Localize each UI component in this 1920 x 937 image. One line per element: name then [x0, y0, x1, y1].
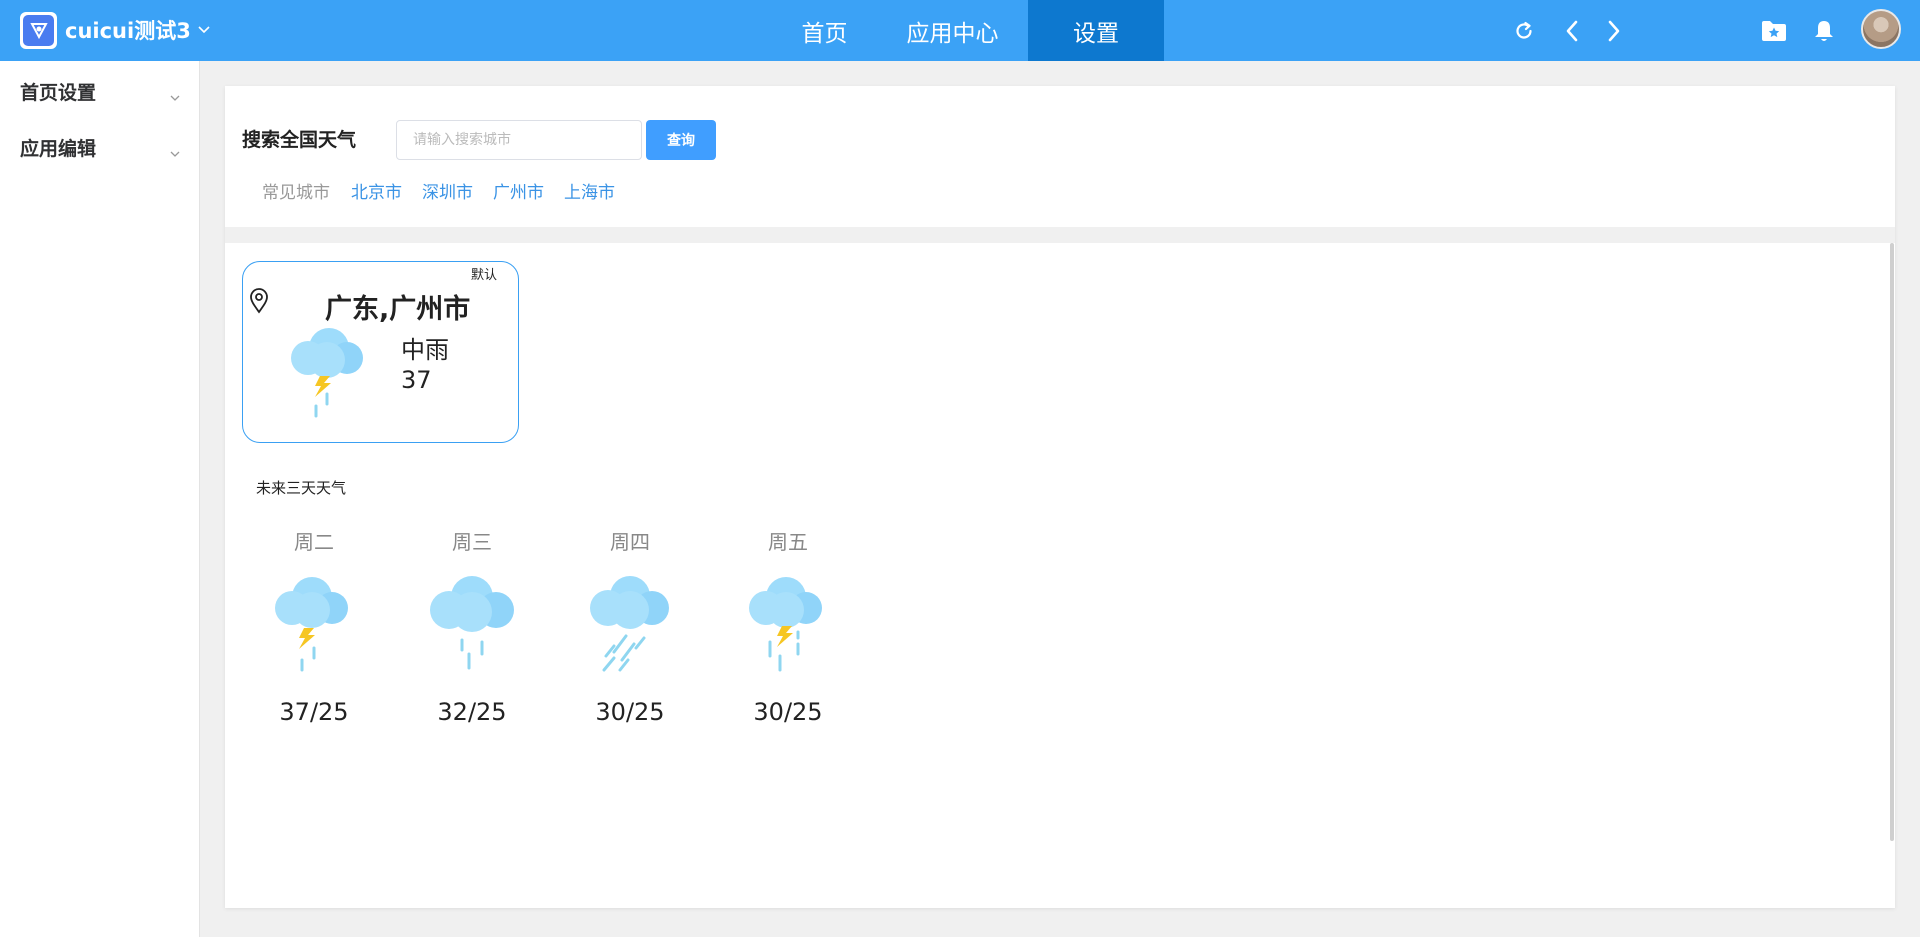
forecast-temperature: 30/25 [595, 698, 665, 726]
top-bar: cuicui测试3 首页 应用中心 设置 [0, 0, 1920, 61]
section-divider [225, 227, 1895, 243]
bell-icon[interactable] [1809, 16, 1839, 46]
forecast-day-name: 周五 [768, 530, 808, 554]
app-title: cuicui测试3 [65, 19, 191, 43]
forecast-day: 周三 32/25 [422, 526, 522, 726]
sidebar-item-label: 首页设置 [20, 81, 97, 104]
current-condition: 中雨 [401, 336, 449, 364]
default-tag: 默认 [471, 268, 498, 283]
sidebar-item-label: 应用编辑 [20, 137, 97, 160]
city-link-shanghai[interactable]: 上海市 [564, 178, 615, 203]
chevron-down-icon [198, 26, 210, 34]
current-temperature: 37 [401, 366, 432, 394]
sidebar: 首页设置 应用编辑 [0, 61, 200, 937]
forecast-day: 周五 30/25 [738, 526, 838, 726]
sidebar-item-app-edit[interactable]: 应用编辑 [0, 127, 200, 167]
common-cities: 常见城市 北京市 深圳市 广州市 上海市 [262, 178, 635, 203]
common-cities-label: 常见城市 [262, 183, 330, 203]
main-nav: 首页 应用中心 设置 [772, 0, 1164, 61]
app-logo-icon [20, 11, 57, 49]
thunderstorm-rain-icon [285, 320, 365, 432]
forecast-temperature: 37/25 [279, 698, 349, 726]
city-link-shenzhen[interactable]: 深圳市 [422, 178, 473, 203]
city-link-guangzhou[interactable]: 广州市 [493, 178, 544, 203]
nav-home[interactable]: 首页 [772, 0, 877, 61]
location-pin-icon [247, 286, 271, 318]
forecast-temperature: 30/25 [753, 698, 823, 726]
forecast-day: 周二 37/25 [264, 526, 364, 726]
forward-icon[interactable] [1599, 16, 1629, 46]
forecast-day-name: 周四 [610, 530, 650, 554]
city-search-input[interactable] [396, 120, 642, 160]
thunderstorm-rain-icon [264, 570, 364, 678]
weather-panel: 搜索全国天气 查询 常见城市 北京市 深圳市 广州市 上海市 默认 广东,广州市 [225, 86, 1895, 908]
forecast-day-name: 周二 [294, 530, 334, 554]
nav-app-center[interactable]: 应用中心 [877, 0, 1028, 61]
search-label: 搜索全国天气 [242, 129, 357, 151]
thunderstorm-rain-icon [738, 570, 838, 678]
query-button[interactable]: 查询 [646, 120, 716, 160]
forecast-day-name: 周三 [452, 530, 492, 554]
avatar[interactable] [1861, 9, 1901, 49]
back-icon[interactable] [1557, 16, 1587, 46]
city-link-beijing[interactable]: 北京市 [351, 178, 402, 203]
heavy-rain-icon [580, 570, 680, 678]
rain-icon [422, 570, 522, 678]
forecast-day: 周四 30/25 [580, 526, 680, 726]
chevron-down-icon [170, 85, 180, 107]
starred-folder-icon[interactable] [1759, 16, 1789, 46]
forecast-temperature: 32/25 [437, 698, 507, 726]
forecast-title: 未来三天天气 [256, 479, 347, 497]
refresh-icon[interactable] [1509, 16, 1539, 46]
app-switcher[interactable]: cuicui测试3 [20, 11, 210, 49]
chevron-down-icon [170, 141, 180, 163]
current-weather-card[interactable]: 默认 广东,广州市 中雨 37 [242, 261, 519, 443]
nav-settings[interactable]: 设置 [1028, 0, 1164, 61]
scrollbar[interactable] [1890, 243, 1894, 841]
sidebar-item-home-settings[interactable]: 首页设置 [0, 71, 200, 111]
